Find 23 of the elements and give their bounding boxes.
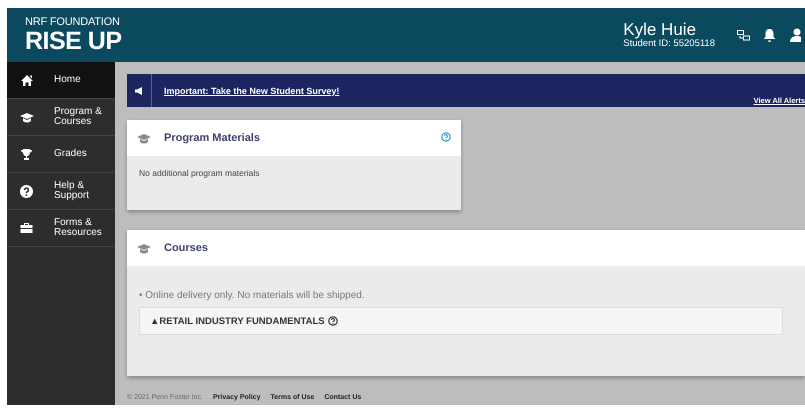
trophy-icon [20, 148, 33, 160]
briefcase-icon [20, 222, 33, 234]
bell-icon[interactable] [762, 28, 777, 42]
card-title: Courses [164, 242, 210, 254]
brand-subtitle: NRF FOUNDATION [25, 16, 121, 28]
graduation-cap-icon [137, 132, 151, 144]
course-accordion[interactable]: ▲RETAIL INDUSTRY FUNDAMENTALS [139, 307, 783, 335]
student-id: Student ID: 55205118 [623, 39, 715, 49]
sidebar-item[interactable]: Home [7, 62, 115, 99]
megaphone-icon [135, 86, 143, 94]
user-name: Kyle Huie [623, 21, 696, 38]
help-icon[interactable] [328, 316, 338, 326]
brand-logo: RISE UP [25, 28, 122, 54]
user-icon[interactable] [789, 28, 801, 42]
graduation-cap-icon [137, 242, 151, 254]
help-icon [20, 184, 33, 198]
delivery-note: • Online delivery only. No materials will be shipped. [139, 289, 366, 301]
survey-link[interactable]: Important: Take the New Student Survey! [164, 86, 340, 96]
language-icon[interactable] [737, 30, 750, 40]
home-icon [20, 74, 34, 86]
empty-message: No additional program materials [139, 167, 260, 178]
graduation-cap-icon [20, 112, 34, 122]
card-title: Program Materials [164, 132, 261, 144]
